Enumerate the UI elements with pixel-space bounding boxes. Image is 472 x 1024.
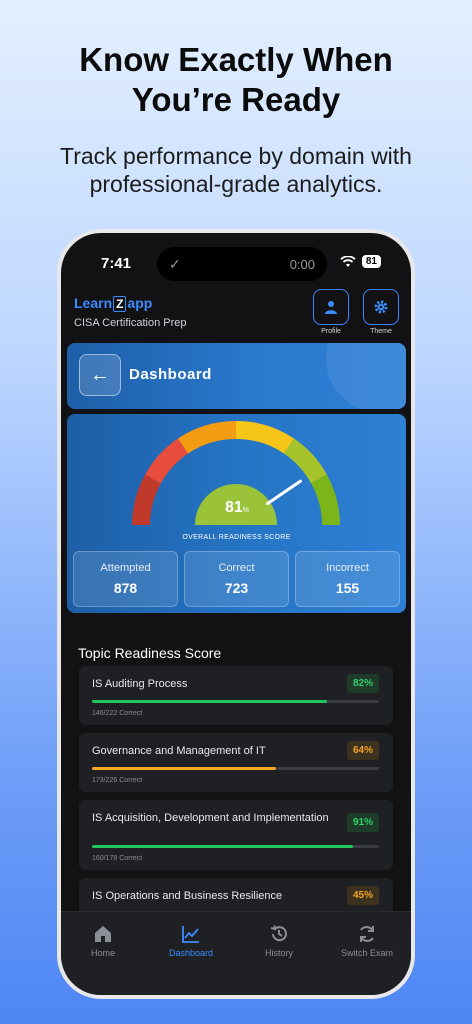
wifi-icon (340, 255, 356, 268)
tab-label: History (264, 948, 293, 958)
topic-progress-track (92, 767, 379, 770)
gauge-segment-red-dark (132, 474, 162, 526)
tab-dashboard[interactable]: Dashboard (151, 924, 231, 958)
topic-card[interactable]: IS Auditing Process 82% 146/222 Correct (79, 666, 393, 725)
topic-percent-badge: 45% (346, 886, 379, 905)
gauge-segment-orange (178, 420, 237, 454)
topic-card[interactable]: Governance and Management of IT 64% 173/… (79, 733, 393, 792)
topic-card[interactable]: IS Acquisition, Development and Implemen… (79, 800, 393, 870)
promo-headline-line2: You’re Ready (131, 81, 341, 118)
topic-percent-badge: 82% (346, 674, 379, 693)
topic-progress-track (92, 700, 379, 703)
promo-subline: Track performance by domain with profess… (0, 142, 472, 198)
logo-z: Z (113, 296, 127, 312)
tab-home[interactable]: Home (63, 924, 143, 958)
battery-indicator: 81 (361, 255, 381, 268)
island-timer: 0:00 (289, 256, 315, 272)
stat-incorrect: Incorrect 155 (295, 551, 400, 607)
promo-subline-line1: Track performance by domain with (60, 143, 412, 169)
gauge-segment-yellow (235, 420, 294, 454)
readiness-label: OVERALL READINESS SCORE (182, 534, 291, 541)
profile-label: Profile (321, 328, 341, 335)
stat-value: 878 (113, 580, 138, 596)
readiness-gauge (132, 420, 340, 526)
profile-button[interactable] (313, 289, 349, 325)
phone-frame: 7:41 ✓ 0:00 81 Learn Zapp CISA Certificat… (57, 229, 415, 999)
tab-switch-exam[interactable]: Switch Exam (327, 924, 407, 958)
gauge-segment-lime (283, 438, 327, 484)
topic-count: 160/178 Correct (92, 855, 143, 862)
theme-button[interactable] (363, 289, 399, 325)
topic-progress-fill (92, 767, 276, 770)
topic-name: IS Operations and Business Resilience (92, 890, 283, 902)
readiness-score-unit: % (242, 507, 250, 514)
stat-attempted: Attempted 878 (73, 551, 178, 607)
topic-progress-fill (92, 700, 328, 703)
gauge-segment-red (145, 438, 189, 484)
banner-decoration (326, 343, 406, 409)
topic-percent-badge: 64% (346, 741, 379, 760)
stat-value: 155 (335, 580, 360, 596)
page-title: Dashboard (129, 366, 212, 383)
home-icon (95, 926, 111, 942)
gauge-segment-green (310, 474, 340, 526)
chart-icon (182, 926, 199, 943)
tab-history[interactable]: History (239, 924, 319, 958)
stat-label: Incorrect (326, 562, 369, 574)
readiness-score: 81% (217, 499, 257, 517)
gear-icon (374, 300, 388, 314)
gauge-needle (265, 479, 303, 506)
history-icon (270, 925, 287, 942)
topic-percent-badge: 91% (346, 813, 379, 832)
promo-headline-line1: Know Exactly When (79, 41, 393, 78)
bottom-tab-bar: Home Dashboard History Switch Exam (61, 911, 411, 995)
readiness-card: 81% OVERALL READINESS SCORE Attempted 87… (67, 414, 406, 613)
user-icon (325, 301, 337, 314)
back-button[interactable]: ← (79, 354, 121, 396)
tab-label: Dashboard (168, 948, 214, 958)
topic-progress-track (92, 845, 379, 848)
promo-subline-line2: professional-grade analytics. (89, 171, 383, 197)
stat-value: 723 (224, 580, 249, 596)
topic-count: 146/222 Correct (92, 710, 143, 717)
stat-label: Attempted (100, 562, 151, 574)
topic-name: Governance and Management of IT (92, 745, 266, 757)
promo-headline: Know Exactly When You’re Ready (0, 40, 472, 120)
app-subtitle: CISA Certification Prep (74, 317, 187, 329)
tab-label: Home (90, 948, 115, 958)
topic-name: IS Auditing Process (92, 678, 188, 690)
tab-label: Switch Exam (340, 948, 393, 958)
app-logo: Learn Zapp (74, 295, 152, 312)
arrow-left-icon: ← (90, 363, 110, 386)
topic-progress-fill (92, 845, 354, 848)
logo-text-left: Learn (74, 295, 113, 311)
dashboard-banner: ← Dashboard (67, 343, 406, 409)
status-indicators: 81 (340, 255, 381, 268)
topic-section-title: Topic Readiness Score (78, 645, 222, 661)
stat-label: Correct (218, 562, 255, 574)
status-time: 7:41 (101, 255, 132, 272)
dynamic-island: ✓ 0:00 (157, 247, 327, 281)
topic-name: IS Acquisition, Development and Implemen… (92, 812, 329, 824)
readiness-score-value: 81 (224, 499, 243, 516)
check-icon: ✓ (169, 255, 181, 272)
topic-count: 173/226 Correct (92, 777, 143, 784)
logo-text-right: app (127, 295, 153, 311)
theme-label: Theme (370, 328, 392, 335)
refresh-icon (360, 926, 374, 942)
app-screen: 7:41 ✓ 0:00 81 Learn Zapp CISA Certificat… (61, 233, 411, 995)
stat-correct: Correct 723 (184, 551, 289, 607)
